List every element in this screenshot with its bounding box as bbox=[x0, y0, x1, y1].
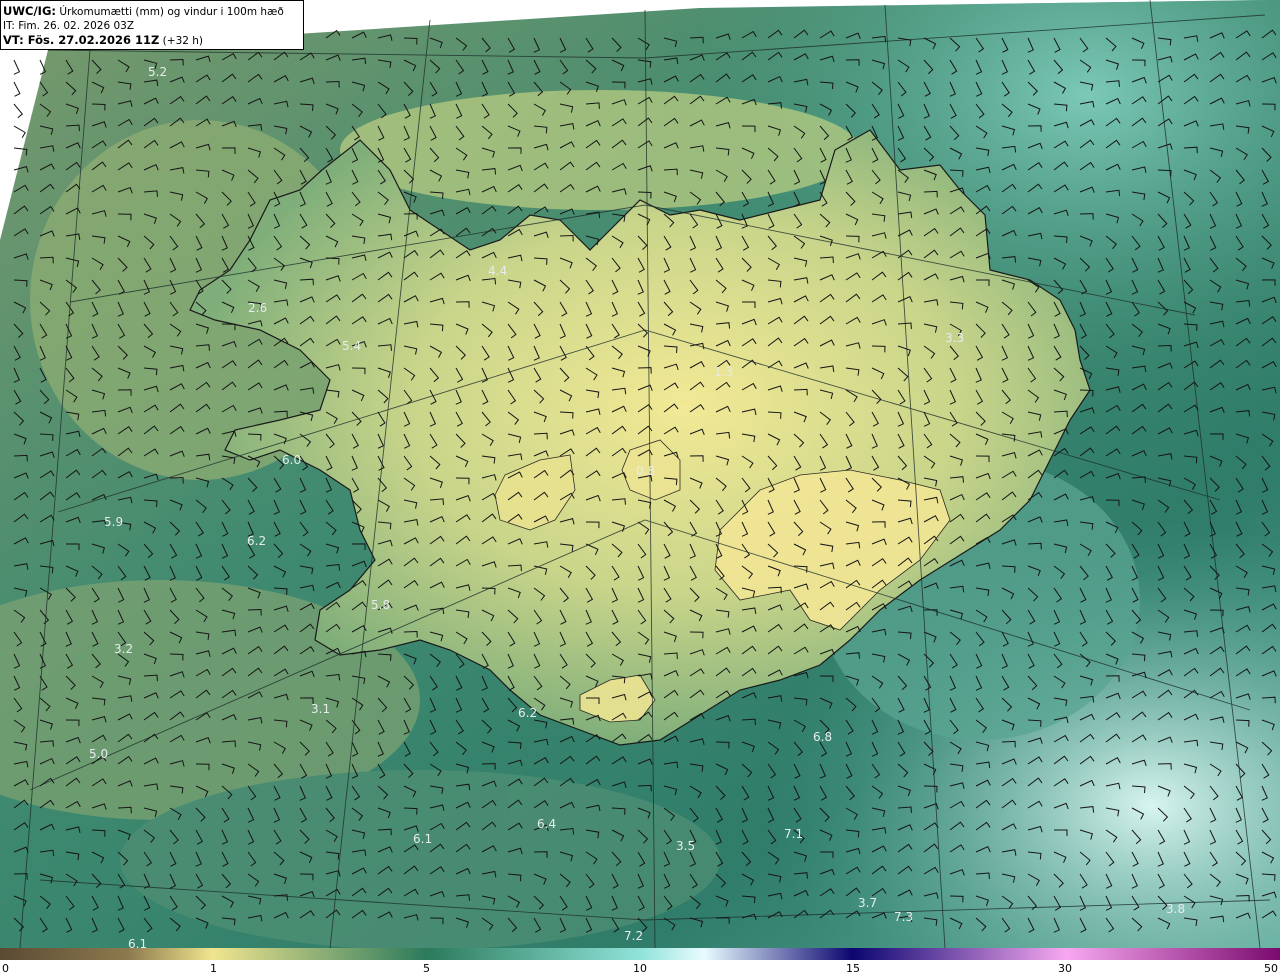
value-label: 4.4 bbox=[488, 264, 507, 278]
value-label: 3.2 bbox=[114, 642, 133, 656]
value-label: 6.1 bbox=[128, 937, 147, 948]
value-label: 6.2 bbox=[247, 534, 266, 548]
colorbar bbox=[0, 948, 1280, 960]
value-label: 7.1 bbox=[784, 827, 803, 841]
valid-time: VT: Fös. 27.02.2026 11Z bbox=[3, 33, 160, 47]
map-header: UWC/IG: Úrkomumætti (mm) og vindur i 100… bbox=[0, 0, 304, 50]
value-label: 5.8 bbox=[371, 598, 390, 612]
value-label: 5.2 bbox=[148, 65, 167, 79]
colorbar-tick: 10 bbox=[633, 962, 647, 975]
colorbar-tick: 0 bbox=[2, 962, 9, 975]
value-label: 6.8 bbox=[813, 730, 832, 744]
value-label: 0.8 bbox=[636, 464, 655, 478]
model-name: UWC/IG: bbox=[3, 4, 56, 18]
colorbar-tick: 30 bbox=[1058, 962, 1072, 975]
init-time: IT: Fim. 26. 02. 2026 03Z bbox=[3, 20, 135, 32]
value-label: 5.0 bbox=[89, 747, 108, 761]
value-label: 6.2 bbox=[518, 706, 537, 720]
precipitable-water-wind-map: 5.2 4.4 2.6 5.4 6.0 5.9 6.2 5.8 3.2 3.1 … bbox=[0, 0, 1280, 948]
value-label: 6.4 bbox=[537, 817, 556, 831]
lead-time: (+32 h) bbox=[162, 35, 204, 47]
value-label: 7.2 bbox=[624, 929, 643, 943]
value-label: 3.1 bbox=[311, 702, 330, 716]
value-label: 5.9 bbox=[104, 515, 123, 529]
value-label: 1.3 bbox=[714, 365, 733, 379]
value-label: 3.3 bbox=[945, 331, 964, 345]
colorbar-tick: 15 bbox=[846, 962, 860, 975]
colorbar-tick: 5 bbox=[423, 962, 430, 975]
colorbar-tick: 1 bbox=[210, 962, 217, 975]
value-label: 2.6 bbox=[248, 301, 267, 315]
value-label: 3.7 bbox=[858, 896, 877, 910]
value-label: 6.1 bbox=[413, 832, 432, 846]
value-label: 3.8 bbox=[1166, 902, 1185, 916]
value-label: 3.5 bbox=[676, 839, 695, 853]
map-title: Úrkomumætti (mm) og vindur i 100m hæð bbox=[59, 6, 284, 18]
colorbar-ticks: 0 1 5 10 15 30 50 bbox=[0, 962, 1280, 978]
value-label: 6.0 bbox=[282, 453, 301, 467]
value-label: 5.4 bbox=[342, 339, 361, 353]
colorbar-tick: 50 bbox=[1264, 962, 1278, 975]
value-label: 7.3 bbox=[894, 910, 913, 924]
